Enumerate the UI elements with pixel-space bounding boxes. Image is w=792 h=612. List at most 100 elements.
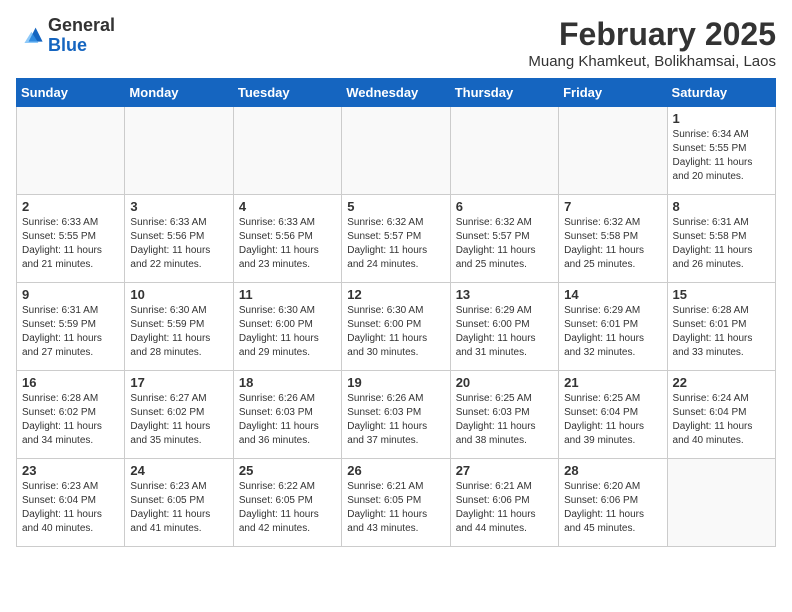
day-header-tuesday: Tuesday: [233, 79, 341, 107]
calendar-cell: 13 Sunrise: 6:29 AM Sunset: 6:00 PM Dayli…: [450, 283, 558, 371]
calendar-table: SundayMondayTuesdayWednesdayThursdayFrid…: [16, 78, 776, 547]
day-number: 20: [456, 375, 553, 390]
logo-icon: [16, 22, 44, 50]
days-of-week-row: SundayMondayTuesdayWednesdayThursdayFrid…: [17, 79, 776, 107]
day-info: Sunrise: 6:32 AM Sunset: 5:57 PM Dayligh…: [347, 216, 444, 272]
day-number: 21: [564, 375, 661, 390]
calendar-week-2: 2 Sunrise: 6:33 AM Sunset: 5:55 PM Daylig…: [17, 195, 776, 283]
day-info: Sunrise: 6:30 AM Sunset: 6:00 PM Dayligh…: [347, 304, 444, 360]
day-number: 6: [456, 199, 553, 214]
calendar-cell: 5 Sunrise: 6:32 AM Sunset: 5:57 PM Daylig…: [342, 195, 450, 283]
calendar-cell: 15Sunrise: 6:28 AM Sunset: 6:01 PM Dayli…: [667, 283, 775, 371]
day-info: Sunrise: 6:33 AM Sunset: 5:56 PM Dayligh…: [130, 216, 227, 272]
day-info: Sunrise: 6:25 AM Sunset: 6:03 PM Dayligh…: [456, 392, 553, 448]
day-number: 7: [564, 199, 661, 214]
day-info: Sunrise: 6:30 AM Sunset: 6:00 PM Dayligh…: [239, 304, 336, 360]
day-number: 27: [456, 463, 553, 478]
calendar-cell: [125, 107, 233, 195]
day-number: 4: [239, 199, 336, 214]
calendar-week-1: 1Sunrise: 6:34 AM Sunset: 5:55 PM Daylig…: [17, 107, 776, 195]
day-info: Sunrise: 6:23 AM Sunset: 6:04 PM Dayligh…: [22, 480, 119, 536]
calendar-cell: [17, 107, 125, 195]
day-info: Sunrise: 6:28 AM Sunset: 6:02 PM Dayligh…: [22, 392, 119, 448]
day-info: Sunrise: 6:32 AM Sunset: 5:58 PM Dayligh…: [564, 216, 661, 272]
calendar-week-4: 16Sunrise: 6:28 AM Sunset: 6:02 PM Dayli…: [17, 371, 776, 459]
day-header-monday: Monday: [125, 79, 233, 107]
day-info: Sunrise: 6:22 AM Sunset: 6:05 PM Dayligh…: [239, 480, 336, 536]
calendar-cell: 8 Sunrise: 6:31 AM Sunset: 5:58 PM Daylig…: [667, 195, 775, 283]
day-number: 14: [564, 287, 661, 302]
day-number: 11: [239, 287, 336, 302]
logo-general-text: General: [48, 15, 115, 35]
day-number: 8: [673, 199, 770, 214]
calendar-cell: [667, 459, 775, 547]
day-info: Sunrise: 6:31 AM Sunset: 5:58 PM Dayligh…: [673, 216, 770, 272]
calendar-week-5: 23 Sunrise: 6:23 AM Sunset: 6:04 PM Dayli…: [17, 459, 776, 547]
calendar-cell: 2 Sunrise: 6:33 AM Sunset: 5:55 PM Daylig…: [17, 195, 125, 283]
day-number: 13: [456, 287, 553, 302]
day-number: 19: [347, 375, 444, 390]
calendar-cell: 6 Sunrise: 6:32 AM Sunset: 5:57 PM Daylig…: [450, 195, 558, 283]
calendar-cell: 17Sunrise: 6:27 AM Sunset: 6:02 PM Dayli…: [125, 371, 233, 459]
day-number: 12: [347, 287, 444, 302]
day-number: 24: [130, 463, 227, 478]
calendar-cell: [450, 107, 558, 195]
day-number: 18: [239, 375, 336, 390]
day-number: 28: [564, 463, 661, 478]
day-info: Sunrise: 6:29 AM Sunset: 6:00 PM Dayligh…: [456, 304, 553, 360]
calendar-cell: 1Sunrise: 6:34 AM Sunset: 5:55 PM Daylig…: [667, 107, 775, 195]
day-info: Sunrise: 6:33 AM Sunset: 5:56 PM Dayligh…: [239, 216, 336, 272]
day-info: Sunrise: 6:21 AM Sunset: 6:05 PM Dayligh…: [347, 480, 444, 536]
day-header-wednesday: Wednesday: [342, 79, 450, 107]
calendar-cell: 23 Sunrise: 6:23 AM Sunset: 6:04 PM Dayli…: [17, 459, 125, 547]
day-info: Sunrise: 6:25 AM Sunset: 6:04 PM Dayligh…: [564, 392, 661, 448]
day-number: 3: [130, 199, 227, 214]
calendar-week-3: 9 Sunrise: 6:31 AM Sunset: 5:59 PM Daylig…: [17, 283, 776, 371]
calendar-cell: 24 Sunrise: 6:23 AM Sunset: 6:05 PM Dayli…: [125, 459, 233, 547]
calendar-body: 1Sunrise: 6:34 AM Sunset: 5:55 PM Daylig…: [17, 107, 776, 547]
day-number: 10: [130, 287, 227, 302]
day-info: Sunrise: 6:26 AM Sunset: 6:03 PM Dayligh…: [239, 392, 336, 448]
day-info: Sunrise: 6:24 AM Sunset: 6:04 PM Dayligh…: [673, 392, 770, 448]
page-header: General Blue February 2025 Muang Khamkeu…: [16, 16, 776, 70]
calendar-cell: 9 Sunrise: 6:31 AM Sunset: 5:59 PM Daylig…: [17, 283, 125, 371]
day-number: 26: [347, 463, 444, 478]
day-number: 25: [239, 463, 336, 478]
day-number: 2: [22, 199, 119, 214]
day-number: 5: [347, 199, 444, 214]
day-info: Sunrise: 6:28 AM Sunset: 6:01 PM Dayligh…: [673, 304, 770, 360]
calendar-cell: 22 Sunrise: 6:24 AM Sunset: 6:04 PM Dayli…: [667, 371, 775, 459]
calendar-cell: 20 Sunrise: 6:25 AM Sunset: 6:03 PM Dayli…: [450, 371, 558, 459]
day-info: Sunrise: 6:31 AM Sunset: 5:59 PM Dayligh…: [22, 304, 119, 360]
month-title: February 2025: [528, 16, 776, 53]
calendar-cell: 27Sunrise: 6:21 AM Sunset: 6:06 PM Dayli…: [450, 459, 558, 547]
calendar-cell: 21 Sunrise: 6:25 AM Sunset: 6:04 PM Dayli…: [559, 371, 667, 459]
day-number: 9: [22, 287, 119, 302]
day-info: Sunrise: 6:29 AM Sunset: 6:01 PM Dayligh…: [564, 304, 661, 360]
calendar-cell: [233, 107, 341, 195]
day-number: 23: [22, 463, 119, 478]
day-number: 22: [673, 375, 770, 390]
day-info: Sunrise: 6:32 AM Sunset: 5:57 PM Dayligh…: [456, 216, 553, 272]
calendar-cell: 12 Sunrise: 6:30 AM Sunset: 6:00 PM Dayli…: [342, 283, 450, 371]
day-header-saturday: Saturday: [667, 79, 775, 107]
calendar-cell: 19 Sunrise: 6:26 AM Sunset: 6:03 PM Dayli…: [342, 371, 450, 459]
day-info: Sunrise: 6:23 AM Sunset: 6:05 PM Dayligh…: [130, 480, 227, 536]
calendar-cell: [342, 107, 450, 195]
calendar-cell: 3 Sunrise: 6:33 AM Sunset: 5:56 PM Daylig…: [125, 195, 233, 283]
day-header-thursday: Thursday: [450, 79, 558, 107]
day-info: Sunrise: 6:26 AM Sunset: 6:03 PM Dayligh…: [347, 392, 444, 448]
calendar-cell: 28 Sunrise: 6:20 AM Sunset: 6:06 PM Dayli…: [559, 459, 667, 547]
calendar-cell: [559, 107, 667, 195]
calendar-cell: 26 Sunrise: 6:21 AM Sunset: 6:05 PM Dayli…: [342, 459, 450, 547]
day-info: Sunrise: 6:33 AM Sunset: 5:55 PM Dayligh…: [22, 216, 119, 272]
day-info: Sunrise: 6:30 AM Sunset: 5:59 PM Dayligh…: [130, 304, 227, 360]
calendar-header: SundayMondayTuesdayWednesdayThursdayFrid…: [17, 79, 776, 107]
calendar-cell: 18 Sunrise: 6:26 AM Sunset: 6:03 PM Dayli…: [233, 371, 341, 459]
day-header-sunday: Sunday: [17, 79, 125, 107]
calendar-cell: 10 Sunrise: 6:30 AM Sunset: 5:59 PM Dayli…: [125, 283, 233, 371]
day-number: 17: [130, 375, 227, 390]
calendar-cell: 14 Sunrise: 6:29 AM Sunset: 6:01 PM Dayli…: [559, 283, 667, 371]
day-info: Sunrise: 6:20 AM Sunset: 6:06 PM Dayligh…: [564, 480, 661, 536]
logo-blue-text: Blue: [48, 35, 87, 55]
